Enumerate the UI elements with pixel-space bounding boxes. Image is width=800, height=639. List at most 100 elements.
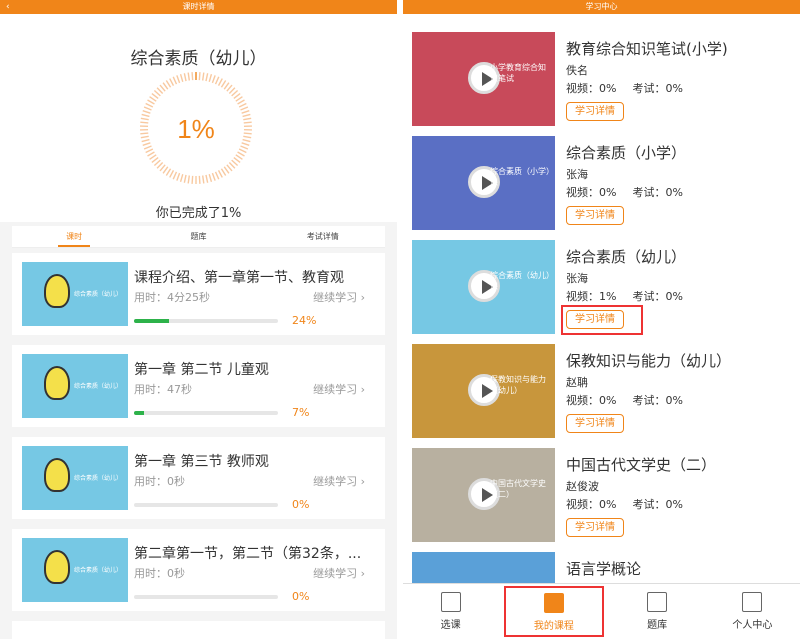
ring-tick — [201, 175, 205, 184]
ring-tick — [208, 73, 213, 83]
continue-learning-link[interactable]: 继续学习 › — [313, 565, 365, 581]
course-teacher: 张海 — [566, 168, 588, 181]
course-thumbnail[interactable]: 小学教育综合知识笔试 — [412, 32, 555, 126]
ring-tick — [223, 166, 230, 174]
nav-question-bank[interactable]: 题库 — [610, 584, 705, 639]
lesson-item[interactable]: 综合素质（幼儿） 第一章 第三节 教师观 用时：0秒 继续学习 › 0% — [12, 437, 385, 519]
ring-tick — [226, 84, 233, 92]
ring-tick — [205, 73, 209, 82]
ring-tick — [156, 162, 164, 169]
ring-tick — [179, 173, 184, 183]
progress-fill — [134, 411, 145, 415]
ring-tick — [151, 157, 159, 164]
course-thumbnail[interactable]: 中国古代文学史（二） — [412, 448, 555, 542]
lesson-title: 课程介绍、第一章第一节、教育观 — [134, 270, 344, 286]
course-card[interactable]: 保教知识与能力（幼儿） 保教知识与能力（幼儿） 赵聃 视频：0% 考试：0% 学习… — [409, 342, 794, 442]
continue-learning-link[interactable]: 继续学习 › — [313, 381, 365, 397]
course-card[interactable]: 综合素质（小学）课 综合素质（小学） 张海 视频：0% 考试：0% 学习详情 — [409, 134, 794, 234]
course-card-partial[interactable]: 语言学概论 — [409, 550, 794, 583]
progress-bar — [134, 503, 278, 507]
ring-tick — [226, 164, 233, 172]
video-progress: 视频：1% — [566, 290, 617, 303]
exam-progress: 考试：0% — [632, 290, 683, 303]
ring-tick — [231, 159, 239, 166]
ring-tick — [187, 175, 191, 184]
ring-tick — [141, 113, 150, 118]
ring-tick — [169, 170, 175, 178]
course-stats: 视频：0% 考试：0% — [566, 184, 683, 200]
ring-tick — [243, 121, 252, 124]
ring-tick — [231, 90, 239, 97]
lesson-thumbnail: 综合素质（幼儿） — [22, 354, 128, 418]
thumbnail-text: 保教知识与能力（幼儿） — [490, 375, 546, 395]
course-title: 中国古代文学史（二） — [566, 456, 717, 474]
ring-tick — [165, 80, 172, 88]
ring-tick — [140, 117, 149, 121]
course-card[interactable]: 中国古代文学史（二） 中国古代文学史（二） 赵俊波 视频：0% 考试：0% 学习详… — [409, 446, 794, 546]
progress-bar — [134, 595, 278, 599]
exam-progress: 考试：0% — [632, 394, 683, 407]
highlight-box — [561, 305, 643, 335]
tab-question-bank[interactable]: 题库 — [136, 226, 260, 247]
lesson-item[interactable]: 综合素质（幼儿） 第一章 第二节 儿童观 用时：47秒 继续学习 › 7% — [12, 345, 385, 427]
ring-tick — [205, 174, 209, 183]
course-thumbnail[interactable]: 综合素质（幼儿）课 — [412, 240, 555, 334]
ring-tick — [151, 92, 159, 99]
nav-label: 我的课程 — [533, 621, 574, 632]
top-bar: ‹ 课时详情 — [0, 0, 397, 14]
lesson-time: 用时：0秒 — [134, 475, 185, 488]
continue-learning-link[interactable]: 继续学习 › — [313, 289, 365, 305]
course-card[interactable]: 小学教育综合知识笔试 教育综合知识笔试(小学) 佚名 视频：0% 考试：0% 学习… — [409, 30, 794, 130]
ring-tick — [214, 171, 220, 180]
lesson-item-partial[interactable] — [12, 621, 385, 639]
thumbnail-text: 综合素质（小学）课 — [490, 167, 550, 187]
course-thumbnail[interactable]: 综合素质（小学）课 — [412, 136, 555, 230]
study-details-button[interactable]: 学习详情 — [566, 414, 624, 433]
lesson-thumbnail: 综合素质（幼儿） — [22, 538, 128, 602]
course-title: 教育综合知识笔试(小学) — [566, 40, 728, 58]
course-card[interactable]: 综合素质（幼儿）课 综合素质（幼儿） 张海 视频：1% 考试：0% 学习详情 — [409, 238, 794, 338]
ring-tick — [179, 73, 184, 83]
lesson-item[interactable]: 综合素质（幼儿） 第二章第一节，第二节（第32条，... 用时：0秒 继续学习 … — [12, 529, 385, 611]
course-stats: 视频：0% 考试：0% — [566, 80, 683, 96]
continue-learning-link[interactable]: 继续学习 › — [313, 473, 365, 489]
nav-personal-center[interactable]: 个人中心 — [705, 584, 800, 639]
back-icon[interactable]: ‹ — [6, 0, 10, 14]
lightbulb-icon — [44, 274, 70, 308]
nav-select-course[interactable]: 选课 — [403, 584, 498, 639]
course-teacher: 佚名 — [566, 64, 588, 77]
course-teacher: 张海 — [566, 272, 588, 285]
learning-center-screen: 学习中心 小学教育综合知识笔试 教育综合知识笔试(小学) 佚名 视频：0% 考试：… — [403, 0, 800, 639]
ring-tick — [238, 148, 247, 154]
lesson-item[interactable]: 综合素质（幼儿） 课程介绍、第一章第一节、教育观 用时：4分25秒 继续学习 ›… — [12, 253, 385, 335]
lesson-thumbnail: 综合素质（幼儿） — [22, 262, 128, 326]
tab-exam-details[interactable]: 考试详情 — [261, 226, 385, 247]
nav-my-courses[interactable]: 我的课程 — [504, 586, 604, 637]
lesson-title: 第一章 第二节 儿童观 — [134, 362, 269, 378]
ring-tick — [143, 106, 152, 111]
study-details-button[interactable]: 学习详情 — [566, 206, 624, 225]
course-stats: 视频：0% 考试：0% — [566, 392, 683, 408]
progress-fill — [134, 319, 169, 323]
course-thumbnail[interactable] — [412, 552, 555, 583]
ring-tick — [183, 73, 187, 82]
ring-tick — [233, 157, 241, 164]
lesson-title: 第一章 第三节 教师观 — [134, 454, 269, 470]
exam-progress: 考试：0% — [632, 498, 683, 511]
lesson-time: 用时：4分25秒 — [134, 291, 210, 304]
tab-lessons[interactable]: 课时 — [12, 226, 136, 247]
course-thumbnail[interactable]: 保教知识与能力（幼儿） — [412, 344, 555, 438]
progress-percent: 0% — [292, 498, 310, 511]
ring-tick — [153, 159, 161, 166]
lightbulb-icon — [44, 366, 70, 400]
study-details-button[interactable]: 学习详情 — [566, 518, 624, 537]
nav-label: 选课 — [440, 620, 461, 631]
ring-tick — [243, 117, 252, 121]
thumbnail-text: 综合素质（幼儿） — [74, 383, 123, 390]
ring-tick — [237, 99, 245, 105]
nav-label: 个人中心 — [732, 620, 773, 631]
study-details-button[interactable]: 学习详情 — [566, 102, 624, 121]
course-stats: 视频：1% 考试：0% — [566, 288, 683, 304]
course-title: 综合素质（幼儿） — [130, 49, 267, 69]
ring-tick — [169, 78, 175, 86]
